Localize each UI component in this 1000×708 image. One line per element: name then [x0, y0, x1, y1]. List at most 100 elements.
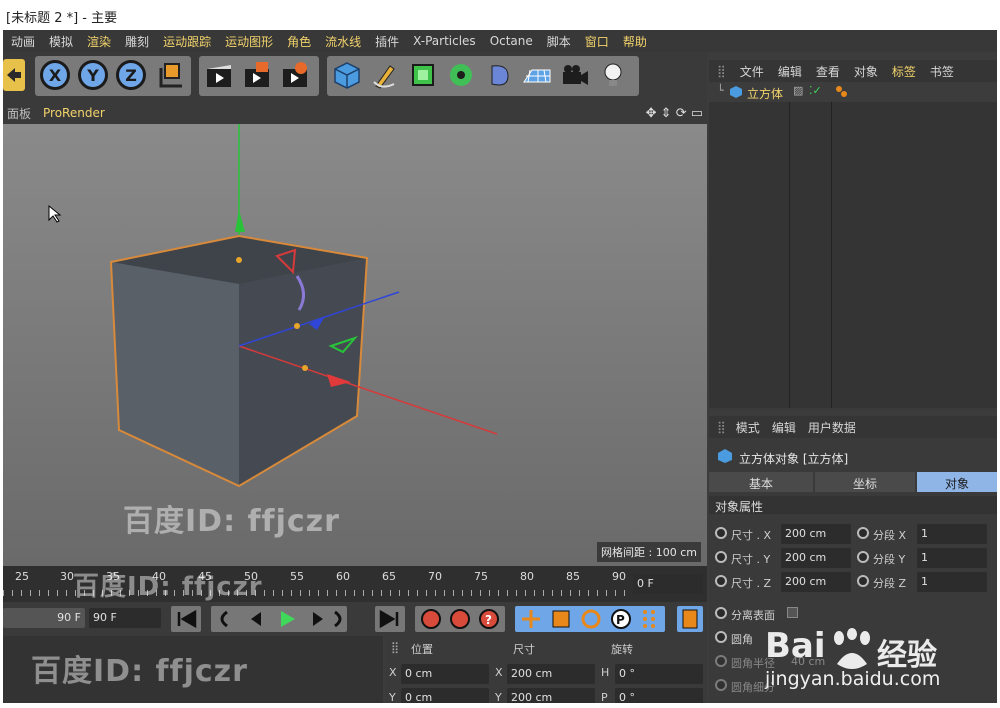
segments-x-input[interactable]: 1	[917, 524, 987, 544]
om-menu-tags[interactable]: 标签	[892, 63, 916, 80]
rotation-p-field[interactable]: 0 °	[615, 688, 703, 703]
current-frame-field[interactable]: 0 F	[633, 574, 703, 594]
end-frame-slider[interactable]: 90 F	[3, 608, 85, 628]
menu-item[interactable]: 帮助	[623, 33, 647, 50]
watermark-text: 百度ID: ffjczr	[31, 654, 248, 689]
tick-label: 80	[520, 570, 534, 583]
size-x-field[interactable]: 200 cm	[507, 664, 595, 684]
menu-item[interactable]: 脚本	[547, 33, 571, 50]
window-title: [未标题 2 *] - 主要	[0, 0, 1000, 30]
viewport-menu-prorender[interactable]: ProRender	[43, 106, 105, 120]
am-menu-mode[interactable]: 模式	[736, 419, 760, 436]
segments-y-input[interactable]: 1	[917, 548, 987, 568]
animate-radio[interactable]	[715, 551, 727, 563]
size-y-input[interactable]: 200 cm	[781, 548, 851, 568]
y-handle-dot	[236, 257, 242, 263]
menu-item[interactable]: 流水线	[325, 33, 361, 50]
size-z-input[interactable]: 200 cm	[781, 572, 851, 592]
animate-radio[interactable]	[715, 679, 727, 691]
animate-radio[interactable]	[715, 527, 727, 539]
tab-basic[interactable]: 基本	[709, 472, 813, 492]
fillet-label: 圆角	[731, 633, 753, 646]
main-toolbar: X Y Z	[3, 52, 707, 102]
section-title: 对象属性	[709, 496, 997, 514]
position-x-field[interactable]: 0 cm	[401, 664, 489, 684]
subdivision-surface-icon[interactable]	[407, 59, 439, 91]
camera-icon[interactable]	[559, 59, 591, 91]
menu-item[interactable]: X-Particles	[413, 34, 476, 48]
layer-icon[interactable]: ▨	[793, 84, 803, 97]
tick-label: 30	[60, 570, 74, 583]
object-manager: ⣿ 文件 编辑 查看 对象 标签 书签 └ 立方体 ▨ ⁚✓	[709, 60, 997, 410]
floor-icon[interactable]	[521, 59, 553, 91]
menu-item[interactable]: Octane	[490, 34, 533, 48]
cube-icon[interactable]	[331, 59, 363, 91]
svg-text:?: ?	[485, 613, 492, 627]
attribute-manager-menu: ⣿ 模式 编辑 用户数据	[709, 416, 997, 438]
om-menu-bookmarks[interactable]: 书签	[930, 63, 954, 80]
tab-coordinates[interactable]: 坐标	[815, 472, 915, 492]
menu-item[interactable]: 运动跟踪	[163, 33, 211, 50]
menu-item[interactable]: 渲染	[87, 33, 111, 50]
size-x-input[interactable]: 200 cm	[781, 524, 851, 544]
animate-radio[interactable]	[715, 655, 727, 667]
animate-radio[interactable]	[857, 575, 869, 587]
menu-item[interactable]: 插件	[375, 33, 399, 50]
om-menu-view[interactable]: 查看	[816, 63, 840, 80]
cloner-icon[interactable]	[445, 59, 477, 91]
playback-controls[interactable]: ? P	[167, 602, 707, 636]
attribute-manager: ⣿ 模式 编辑 用户数据 立方体对象 [立方体] 基本 坐标 对象 对象属性 尺…	[709, 416, 997, 703]
size-y-field[interactable]: 200 cm	[507, 688, 595, 703]
menu-item[interactable]: 雕刻	[125, 33, 149, 50]
object-row[interactable]: └ 立方体 ▨ ⁚✓	[709, 82, 997, 102]
separate-surfaces-checkbox[interactable]	[787, 607, 798, 618]
render-picture-viewer-icon[interactable]	[241, 59, 273, 91]
cube-left-face	[111, 262, 239, 486]
om-menu-object[interactable]: 对象	[854, 63, 878, 80]
z-axis-button[interactable]: Z	[115, 59, 147, 91]
am-menu-userdata[interactable]: 用户数据	[808, 419, 856, 436]
menu-item[interactable]: 动画	[11, 33, 35, 50]
x-handle-dot	[302, 365, 308, 371]
pen-spline-icon[interactable]	[369, 59, 401, 91]
menu-item[interactable]: 模拟	[49, 33, 73, 50]
deformer-icon[interactable]	[483, 59, 515, 91]
viewport-nav-icons[interactable]: ✥ ⇕ ⟳ ▭	[646, 106, 703, 121]
y-axis-button[interactable]: Y	[77, 59, 109, 91]
light-icon[interactable]	[597, 59, 629, 91]
render-view-icon[interactable]	[203, 59, 235, 91]
menu-item[interactable]: 角色	[287, 33, 311, 50]
menu-bar: 动画 模拟 渲染 雕刻 运动跟踪 运动图形 角色 流水线 插件 X-Partic…	[3, 30, 997, 52]
om-menu-file[interactable]: 文件	[740, 63, 764, 80]
animate-radio[interactable]	[857, 551, 869, 563]
material-manager: 百度ID: ffjczr	[3, 636, 383, 703]
material-tag-icon[interactable]	[835, 85, 849, 99]
animate-radio[interactable]	[715, 607, 727, 619]
menu-item[interactable]: 窗口	[585, 33, 609, 50]
end-frame-field[interactable]: 90 F	[89, 608, 161, 628]
animate-radio[interactable]	[715, 575, 727, 587]
viewport-menu-panel[interactable]: 面板	[7, 105, 31, 122]
baidu-logo-text: Bai	[765, 626, 826, 666]
om-menu-edit[interactable]: 编辑	[778, 63, 802, 80]
move-tool-icon[interactable]	[3, 59, 25, 91]
visibility-check-icon[interactable]: ⁚✓	[809, 84, 822, 97]
coord-axis-label: X	[495, 666, 503, 679]
coord-header-position: 位置	[411, 643, 433, 656]
x-axis-button[interactable]: X	[39, 59, 71, 91]
position-y-field[interactable]: 0 cm	[401, 688, 489, 703]
z-handle-dot	[294, 323, 300, 329]
object-name[interactable]: 立方体	[747, 85, 783, 102]
rotation-h-field[interactable]: 0 °	[615, 664, 703, 684]
timeline-ruler[interactable]: 25 30 35 40 45 50 55 60 65 70 75 80 85 9…	[3, 566, 707, 602]
menu-item[interactable]: 运动图形	[225, 33, 273, 50]
tab-object[interactable]: 对象	[917, 472, 997, 492]
am-menu-edit[interactable]: 编辑	[772, 419, 796, 436]
coordinate-system-icon[interactable]	[155, 59, 187, 91]
animate-radio[interactable]	[857, 527, 869, 539]
3d-viewport[interactable]: 百度ID: ffjczr 网格间距 : 100 cm	[3, 124, 707, 566]
animate-radio[interactable]	[715, 631, 727, 643]
render-settings-icon[interactable]	[279, 59, 311, 91]
segments-z-input[interactable]: 1	[917, 572, 987, 592]
viewport-scene	[48, 124, 498, 488]
